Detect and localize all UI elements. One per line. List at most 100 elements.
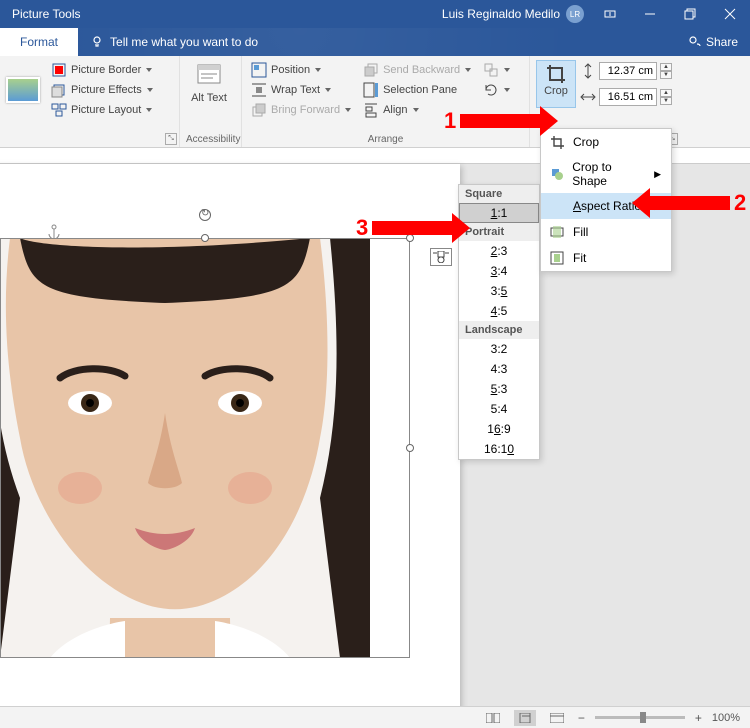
- rotate-button[interactable]: [480, 80, 513, 100]
- crop-menu-shape-label: Crop to Shape: [572, 160, 646, 188]
- annotation-3: 3: [356, 215, 452, 241]
- bring-forward-label: Bring Forward: [271, 104, 340, 116]
- aspect-ratio-menu: Square 1:1 Portrait 2:3 3:4 3:5 4:5 Land…: [458, 184, 540, 460]
- crop-menu-aspect-label: Aspect Ratio: [573, 199, 641, 213]
- aspect-4-3[interactable]: 4:3: [459, 359, 539, 379]
- crop-icon: [545, 63, 567, 85]
- selection-pane-label: Selection Pane: [383, 84, 457, 96]
- avatar[interactable]: LR: [566, 5, 584, 23]
- zoom-in-button[interactable]: +: [695, 711, 702, 725]
- bring-forward-icon: [251, 102, 267, 118]
- align-label: Align: [383, 104, 407, 116]
- ribbon-display-button[interactable]: [590, 0, 630, 28]
- minimize-button[interactable]: [630, 0, 670, 28]
- fill-icon: [549, 224, 565, 240]
- wrap-text-label: Wrap Text: [271, 84, 320, 96]
- print-layout-button[interactable]: [514, 710, 536, 726]
- aspect-landscape-header: Landscape: [459, 321, 539, 339]
- annotation-2-label: 2: [734, 190, 746, 216]
- tell-me-search[interactable]: Tell me what you want to do: [78, 28, 270, 56]
- zoom-out-button[interactable]: −: [578, 711, 585, 725]
- crop-menu-fill-label: Fill: [573, 225, 588, 239]
- width-field[interactable]: ▲▼: [580, 86, 672, 108]
- bring-forward-button: Bring Forward: [248, 100, 354, 120]
- send-backward-label: Send Backward: [383, 64, 460, 76]
- status-bar: − + 100%: [0, 706, 750, 728]
- crop-menu-fit-label: Fit: [573, 251, 586, 265]
- picture-layout-label: Picture Layout: [71, 104, 141, 116]
- picture-style-thumb[interactable]: [6, 77, 40, 103]
- width-spinner[interactable]: ▲▼: [660, 89, 672, 105]
- share-label: Share: [706, 35, 738, 49]
- selected-image[interactable]: [0, 238, 370, 658]
- aspect-16-9[interactable]: 16:9: [459, 419, 539, 439]
- annotation-1: 1: [444, 108, 540, 134]
- width-input[interactable]: [599, 88, 657, 106]
- aspect-3-2[interactable]: 3:2: [459, 339, 539, 359]
- picture-border-button[interactable]: Picture Border: [48, 60, 156, 80]
- web-layout-button[interactable]: [546, 710, 568, 726]
- picture-effects-button[interactable]: Picture Effects: [48, 80, 156, 100]
- tell-me-label: Tell me what you want to do: [110, 35, 258, 49]
- restore-button[interactable]: [670, 0, 710, 28]
- tab-format[interactable]: Format: [0, 28, 78, 56]
- aspect-5-4[interactable]: 5:4: [459, 399, 539, 419]
- aspect-4-5[interactable]: 4:5: [459, 301, 539, 321]
- lightbulb-icon: [90, 35, 104, 49]
- shape-icon: [549, 166, 564, 182]
- crop-menu-crop-label: Crop: [573, 135, 599, 149]
- aspect-5-3[interactable]: 5:3: [459, 379, 539, 399]
- group-arrange-label: Arrange: [248, 132, 523, 147]
- share-button[interactable]: Share: [676, 28, 750, 56]
- border-icon: [51, 62, 67, 78]
- crop-menu-fit[interactable]: Fit: [541, 245, 671, 271]
- effects-icon: [51, 82, 67, 98]
- aspect-3-5[interactable]: 3:5: [459, 281, 539, 301]
- crop-split-button[interactable]: Crop: [536, 60, 576, 108]
- picture-layout-button[interactable]: Picture Layout: [48, 100, 156, 120]
- picture-tools-label: Picture Tools: [0, 0, 92, 28]
- group-icon: [483, 62, 499, 78]
- aspect-portrait-header: Portrait: [459, 223, 539, 241]
- crop-menu-shape[interactable]: Crop to Shape ▶: [541, 155, 671, 193]
- arrow-left-icon: [650, 196, 730, 210]
- read-mode-button[interactable]: [482, 710, 504, 726]
- aspect-3-4[interactable]: 3:4: [459, 261, 539, 281]
- crop-icon: [549, 134, 565, 150]
- crop-menu-crop[interactable]: Crop: [541, 129, 671, 155]
- alt-text-button[interactable]: Alt Text: [186, 60, 232, 104]
- height-input[interactable]: [599, 62, 657, 80]
- wrap-text-button[interactable]: Wrap Text: [248, 80, 354, 100]
- height-icon: [580, 63, 596, 79]
- layout-icon: [51, 102, 67, 118]
- aspect-1-1[interactable]: 1:1: [459, 203, 539, 223]
- username-label: Luis Reginaldo Medilo: [436, 7, 566, 21]
- arrow-right-icon: [372, 221, 452, 235]
- layout-options-button[interactable]: [430, 248, 452, 266]
- send-backward-icon: [363, 62, 379, 78]
- picture-border-label: Picture Border: [71, 64, 141, 76]
- crop-label: Crop: [544, 85, 568, 97]
- height-field[interactable]: ▲▼: [580, 60, 672, 82]
- selection-pane-button[interactable]: Selection Pane: [360, 80, 474, 100]
- picture-styles-launcher[interactable]: ⤡: [165, 133, 177, 145]
- position-icon: [251, 62, 267, 78]
- position-label: Position: [271, 64, 310, 76]
- position-button[interactable]: Position: [248, 60, 354, 80]
- rotate-icon: [483, 82, 499, 98]
- arrow-right-icon: [460, 114, 540, 128]
- aspect-2-3[interactable]: 2:3: [459, 241, 539, 261]
- zoom-slider[interactable]: [595, 716, 685, 719]
- annotation-1-label: 1: [444, 108, 456, 134]
- zoom-level[interactable]: 100%: [712, 712, 740, 724]
- portrait-placeholder: [0, 238, 370, 658]
- picture-effects-label: Picture Effects: [71, 84, 142, 96]
- aspect-square-header: Square: [459, 185, 539, 203]
- crop-menu-fill[interactable]: Fill: [541, 219, 671, 245]
- aspect-16-10[interactable]: 16:10: [459, 439, 539, 459]
- align-icon: [363, 102, 379, 118]
- close-button[interactable]: [710, 0, 750, 28]
- submenu-arrow-icon: ▶: [654, 169, 661, 180]
- alt-text-icon: [195, 62, 223, 90]
- height-spinner[interactable]: ▲▼: [660, 63, 672, 79]
